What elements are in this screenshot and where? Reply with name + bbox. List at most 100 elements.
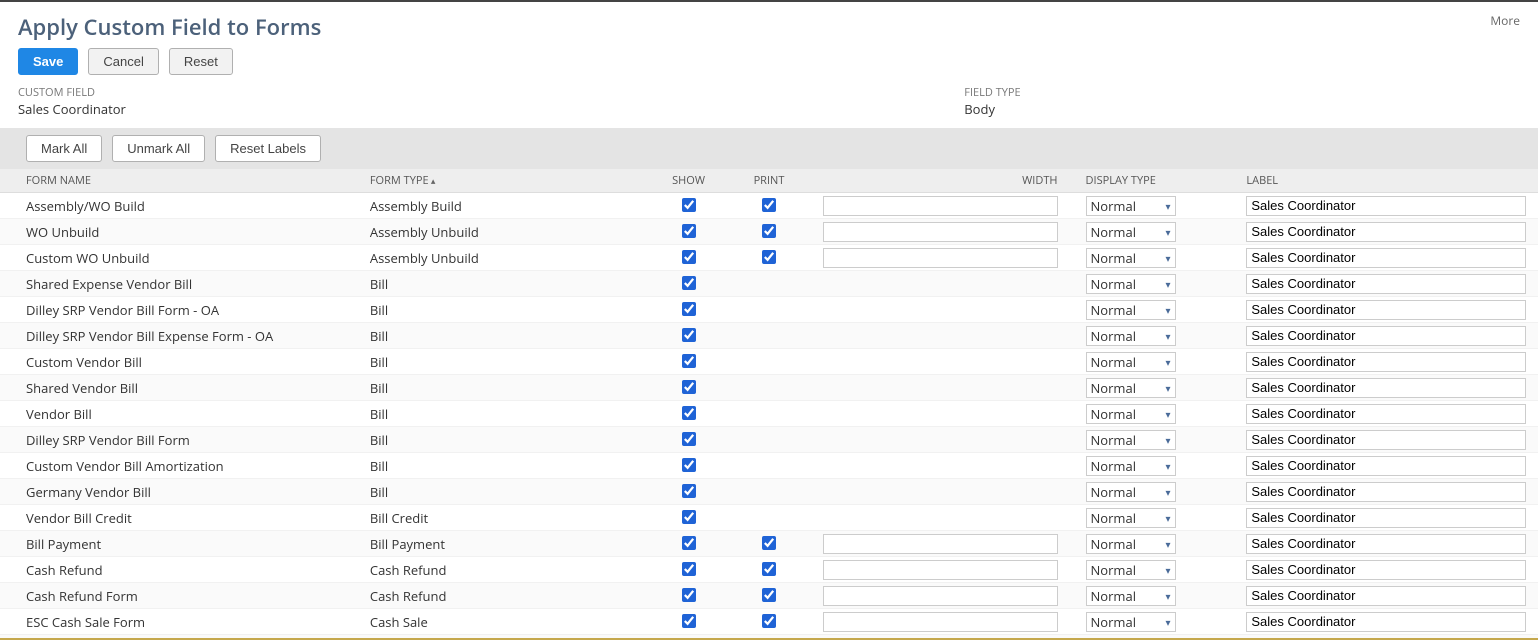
display-type-select[interactable]: Normal▾: [1086, 378, 1176, 398]
label-input[interactable]: [1246, 586, 1526, 606]
show-checkbox[interactable]: [682, 328, 696, 342]
col-header-show[interactable]: SHOW: [653, 169, 723, 193]
more-link[interactable]: More: [1490, 12, 1520, 29]
cell-displaytype: Normal▾: [1066, 297, 1237, 323]
show-checkbox[interactable]: [682, 588, 696, 602]
display-type-select[interactable]: Normal▾: [1086, 508, 1176, 528]
show-checkbox[interactable]: [682, 380, 696, 394]
show-checkbox[interactable]: [682, 614, 696, 628]
display-type-select[interactable]: Normal▾: [1086, 456, 1176, 476]
cancel-button[interactable]: Cancel: [88, 48, 158, 75]
display-type-select[interactable]: Normal▾: [1086, 248, 1176, 268]
cell-formname: Dilley SRP Vendor Bill Expense Form - OA: [0, 323, 362, 349]
show-checkbox[interactable]: [682, 562, 696, 576]
table-row: Bill PaymentBill PaymentNormal▾: [0, 531, 1538, 557]
print-checkbox[interactable]: [762, 198, 776, 212]
table-row: ESC Cash Sale FormCash SaleNormal▾: [0, 609, 1538, 635]
display-type-select[interactable]: Normal▾: [1086, 222, 1176, 242]
cell-formname: Assembly/WO Build: [0, 193, 362, 219]
print-checkbox[interactable]: [762, 250, 776, 264]
print-checkbox[interactable]: [762, 614, 776, 628]
show-checkbox[interactable]: [682, 458, 696, 472]
print-checkbox[interactable]: [762, 536, 776, 550]
display-type-select[interactable]: Normal▾: [1086, 196, 1176, 216]
label-input[interactable]: [1246, 534, 1526, 554]
col-header-width[interactable]: WIDTH: [814, 169, 1065, 193]
display-type-select[interactable]: Normal▾: [1086, 404, 1176, 424]
show-checkbox[interactable]: [682, 432, 696, 446]
label-input[interactable]: [1246, 274, 1526, 294]
show-checkbox[interactable]: [682, 276, 696, 290]
show-checkbox[interactable]: [682, 224, 696, 238]
show-checkbox[interactable]: [682, 250, 696, 264]
label-input[interactable]: [1246, 196, 1526, 216]
unmark-all-button[interactable]: Unmark All: [112, 135, 205, 162]
display-type-select[interactable]: Normal▾: [1086, 352, 1176, 372]
print-checkbox[interactable]: [762, 224, 776, 238]
display-type-select[interactable]: Normal▾: [1086, 326, 1176, 346]
label-input[interactable]: [1246, 456, 1526, 476]
label-input[interactable]: [1246, 352, 1526, 372]
col-header-displaytype[interactable]: DISPLAY TYPE: [1066, 169, 1237, 193]
print-checkbox[interactable]: [762, 562, 776, 576]
col-header-formname[interactable]: FORM NAME: [0, 169, 362, 193]
width-input[interactable]: [823, 586, 1058, 606]
chevron-down-icon: ▾: [1165, 225, 1170, 239]
reset-labels-button[interactable]: Reset Labels: [215, 135, 321, 162]
label-input[interactable]: [1246, 378, 1526, 398]
display-type-value: Normal: [1091, 249, 1136, 267]
display-type-select[interactable]: Normal▾: [1086, 300, 1176, 320]
print-checkbox[interactable]: [762, 588, 776, 602]
cell-print: [724, 323, 814, 349]
display-type-select[interactable]: Normal▾: [1086, 482, 1176, 502]
label-input[interactable]: [1246, 326, 1526, 346]
display-type-select[interactable]: Normal▾: [1086, 534, 1176, 554]
cell-formname: Custom Vendor Bill: [0, 349, 362, 375]
cell-displaytype: Normal▾: [1066, 453, 1237, 479]
table-row: Cash Refund FormCash RefundNormal▾: [0, 583, 1538, 609]
label-input[interactable]: [1246, 300, 1526, 320]
save-button[interactable]: Save: [18, 48, 78, 75]
cell-displaytype: Normal▾: [1066, 193, 1237, 219]
label-input[interactable]: [1246, 560, 1526, 580]
show-checkbox[interactable]: [682, 354, 696, 368]
width-input[interactable]: [823, 222, 1058, 242]
label-input[interactable]: [1246, 508, 1526, 528]
cell-formtype: Bill: [362, 349, 654, 375]
show-checkbox[interactable]: [682, 484, 696, 498]
col-header-print[interactable]: PRINT: [724, 169, 814, 193]
cell-show: [653, 323, 723, 349]
cell-show: [653, 375, 723, 401]
show-checkbox[interactable]: [682, 302, 696, 316]
col-header-formtype[interactable]: FORM TYPE: [362, 169, 654, 193]
label-input[interactable]: [1246, 222, 1526, 242]
display-type-select[interactable]: Normal▾: [1086, 612, 1176, 632]
label-input[interactable]: [1246, 248, 1526, 268]
cell-print: [724, 635, 814, 640]
reset-button[interactable]: Reset: [169, 48, 233, 75]
show-checkbox[interactable]: [682, 510, 696, 524]
cell-formname: Vendor Bill: [0, 401, 362, 427]
label-input[interactable]: [1246, 482, 1526, 502]
width-input[interactable]: [823, 612, 1058, 632]
label-input[interactable]: [1246, 404, 1526, 424]
show-checkbox[interactable]: [682, 198, 696, 212]
cell-displaytype: Normal▾: [1066, 245, 1237, 271]
display-type-select[interactable]: Normal▾: [1086, 430, 1176, 450]
display-type-select[interactable]: Normal▾: [1086, 274, 1176, 294]
mark-all-button[interactable]: Mark All: [26, 135, 102, 162]
cell-label: [1236, 609, 1538, 635]
width-input[interactable]: [823, 560, 1058, 580]
label-input[interactable]: [1246, 430, 1526, 450]
display-type-select[interactable]: Normal▾: [1086, 586, 1176, 606]
show-checkbox[interactable]: [682, 536, 696, 550]
cell-print: [724, 375, 814, 401]
label-input[interactable]: [1246, 612, 1526, 632]
field-type-value: Body: [964, 100, 1520, 118]
width-input[interactable]: [823, 248, 1058, 268]
show-checkbox[interactable]: [682, 406, 696, 420]
col-header-label[interactable]: LABEL: [1236, 169, 1538, 193]
display-type-select[interactable]: Normal▾: [1086, 560, 1176, 580]
width-input[interactable]: [823, 196, 1058, 216]
width-input[interactable]: [823, 534, 1058, 554]
